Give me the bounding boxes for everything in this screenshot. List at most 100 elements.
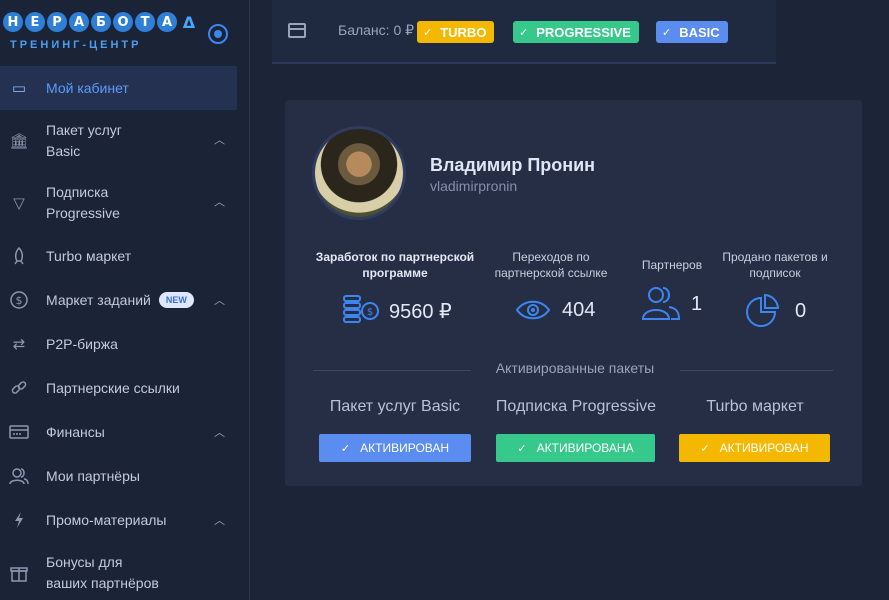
logo-triangle-icon: Δ bbox=[182, 12, 196, 32]
sidebar-item-progressive[interactable]: ▽ Подписка Progressive ︿ bbox=[0, 172, 250, 234]
sidebar-item-label: Turbo маркет bbox=[46, 248, 132, 264]
badge-label: BASIC bbox=[679, 24, 720, 40]
chevron-up-icon[interactable]: ︿ bbox=[214, 131, 225, 152]
logo-letter: Т bbox=[135, 12, 155, 32]
svg-text:$: $ bbox=[16, 294, 23, 307]
sidebar-item-p2p[interactable]: ⇄ P2P-биржа bbox=[0, 322, 250, 366]
balance-bar: Баланс: 0 ₽ ✓ TURBO ✓ PROGRESSIVE ✓ BASI… bbox=[272, 0, 776, 64]
package-name: Пакет услуг Basic bbox=[329, 398, 461, 415]
sidebar-item-bonuses[interactable]: Бонусы для ваших партнёров bbox=[0, 542, 250, 600]
triangle-icon: ▽ bbox=[13, 194, 25, 212]
sidebar-item-label: Бонусы для ваших партнёров bbox=[46, 552, 159, 594]
wallet-icon bbox=[288, 23, 306, 38]
sidebar-item-label: Партнерские ссылки bbox=[46, 380, 180, 396]
chevron-up-icon[interactable]: ︿ bbox=[214, 193, 225, 214]
partners-value: 1 bbox=[691, 293, 703, 315]
package-name: Подписка Progressive bbox=[495, 398, 657, 415]
chevron-up-icon[interactable]: ︿ bbox=[214, 512, 225, 528]
sidebar-item-label: Мои партнёры bbox=[46, 468, 140, 484]
sidebar-item-label-line1: Пакет услуг bbox=[46, 122, 122, 138]
profile-card: Владимир Пронин vladimirpronin Заработок… bbox=[285, 100, 862, 486]
divider bbox=[680, 370, 833, 371]
sidebar-item-label: Подписка Progressive bbox=[46, 182, 120, 224]
dollar-icon: $ bbox=[8, 289, 30, 311]
check-icon: ✓ bbox=[700, 442, 710, 455]
package-name: Turbo маркет bbox=[706, 398, 804, 415]
sidebar-item-label: Мой кабинет bbox=[46, 80, 129, 96]
logo-letter: А bbox=[157, 12, 177, 32]
logo-subtitle: ТРЕНИНГ-ЦЕНТР bbox=[10, 39, 142, 51]
turbo-badge[interactable]: ✓ TURBO bbox=[417, 21, 495, 43]
pie-chart-icon bbox=[745, 293, 781, 336]
check-icon: ✓ bbox=[662, 26, 672, 39]
chevron-up-icon[interactable]: ︿ bbox=[214, 424, 225, 440]
svg-text:$: $ bbox=[367, 307, 373, 318]
logo-letter: Б bbox=[91, 12, 111, 32]
sidebar-item-partner-links[interactable]: Партнерские ссылки bbox=[0, 366, 250, 410]
progressive-activated-button[interactable]: ✓ АКТИВИРОВАНА bbox=[496, 434, 655, 462]
sidebar-item-label-line2: Progressive bbox=[46, 205, 120, 221]
link-icon bbox=[8, 377, 30, 399]
exchange-icon: ⇄ bbox=[12, 336, 26, 353]
check-icon: ✓ bbox=[340, 442, 351, 455]
logo-letter: О bbox=[113, 12, 133, 32]
sidebar-item-cabinet[interactable]: ▭ Мой кабинет bbox=[0, 66, 237, 110]
partners-label: Партнеров bbox=[641, 258, 703, 272]
earnings-value: 9560 ₽ bbox=[389, 301, 452, 323]
users-icon bbox=[8, 465, 30, 487]
turbo-activated-button[interactable]: ✓ АКТИВИРОВАН bbox=[679, 434, 830, 462]
balance-text: Баланс: 0 ₽ bbox=[338, 22, 415, 38]
user-name: Владимир Пронин bbox=[430, 155, 596, 175]
status-label: АКТИВИРОВАН bbox=[719, 441, 809, 455]
check-icon: ✓ bbox=[517, 442, 527, 455]
avatar bbox=[312, 126, 406, 220]
sidebar-item-label-line2: Basic bbox=[46, 143, 81, 159]
sidebar-item-finance[interactable]: Финансы ︿ bbox=[0, 410, 250, 454]
status-label: АКТИВИРОВАН bbox=[360, 441, 450, 455]
sidebar-item-label: Маркет заданий bbox=[46, 292, 151, 308]
badge-label: TURBO bbox=[440, 24, 487, 40]
gift-icon bbox=[8, 562, 30, 584]
clicks-value: 404 bbox=[562, 299, 596, 321]
coins-icon: $ bbox=[342, 294, 380, 331]
sidebar-nav: ▭ Мой кабинет 🏛 Пакет услуг Basic ︿ ▽ По… bbox=[0, 66, 250, 600]
sidebar-item-my-partners[interactable]: Мои партнёры bbox=[0, 454, 250, 498]
basic-badge[interactable]: ✓ BASIC bbox=[656, 21, 728, 43]
bolt-icon bbox=[8, 509, 30, 531]
packages-title: Активированные пакеты bbox=[495, 360, 655, 376]
target-icon[interactable] bbox=[208, 24, 228, 44]
sidebar-item-turbo-market[interactable]: Turbo маркет bbox=[0, 234, 250, 278]
monitor-icon: ▭ bbox=[11, 80, 27, 97]
sidebar-item-promo[interactable]: Промо-материалы ︿ bbox=[0, 498, 250, 542]
progressive-badge[interactable]: ✓ PROGRESSIVE bbox=[513, 21, 639, 43]
logo-letter: Е bbox=[25, 12, 45, 32]
partners-icon bbox=[641, 285, 681, 328]
new-badge: NEW bbox=[158, 292, 194, 308]
sold-label: Продано пакетов и подписок bbox=[722, 250, 828, 280]
status-label: АКТИВИРОВАНА bbox=[536, 441, 634, 455]
chevron-up-icon[interactable]: ︿ bbox=[214, 292, 225, 308]
sidebar-item-label: Финансы bbox=[46, 424, 105, 440]
bank-icon: 🏛 bbox=[9, 132, 29, 150]
divider bbox=[313, 370, 471, 371]
logo-letter: Р bbox=[47, 12, 67, 32]
sidebar-item-label: Пакет услуг Basic bbox=[46, 120, 122, 162]
sidebar-item-basic-package[interactable]: 🏛 Пакет услуг Basic ︿ bbox=[0, 110, 250, 172]
sidebar-item-label: Промо-материалы bbox=[46, 512, 167, 528]
sidebar: Н Е Р А Б О Т А Δ ТРЕНИНГ-ЦЕНТР ▭ Мой ка… bbox=[0, 0, 250, 600]
logo-wordmark: Н Е Р А Б О Т А Δ bbox=[3, 12, 199, 32]
rocket-icon bbox=[8, 245, 30, 267]
check-icon: ✓ bbox=[519, 26, 529, 39]
sidebar-item-label-line1: Бонусы для bbox=[46, 554, 123, 570]
user-login: vladimirpronin bbox=[430, 178, 518, 194]
topbar: Баланс: 0 ₽ ✓ TURBO ✓ PROGRESSIVE ✓ BASI… bbox=[250, 0, 889, 64]
check-icon: ✓ bbox=[423, 26, 433, 39]
card-icon bbox=[8, 421, 30, 443]
clicks-label: Переходов по партнерской ссылке bbox=[494, 250, 608, 280]
sidebar-item-label-line2: ваших партнёров bbox=[46, 575, 159, 591]
sidebar-item-label-line1: Подписка bbox=[46, 184, 109, 200]
sold-value: 0 bbox=[795, 300, 807, 322]
basic-activated-button[interactable]: ✓ АКТИВИРОВАН bbox=[319, 434, 471, 462]
sidebar-item-task-market[interactable]: $ Маркет заданий NEW ︿ bbox=[0, 278, 250, 322]
logo-letter: Н bbox=[3, 12, 23, 32]
